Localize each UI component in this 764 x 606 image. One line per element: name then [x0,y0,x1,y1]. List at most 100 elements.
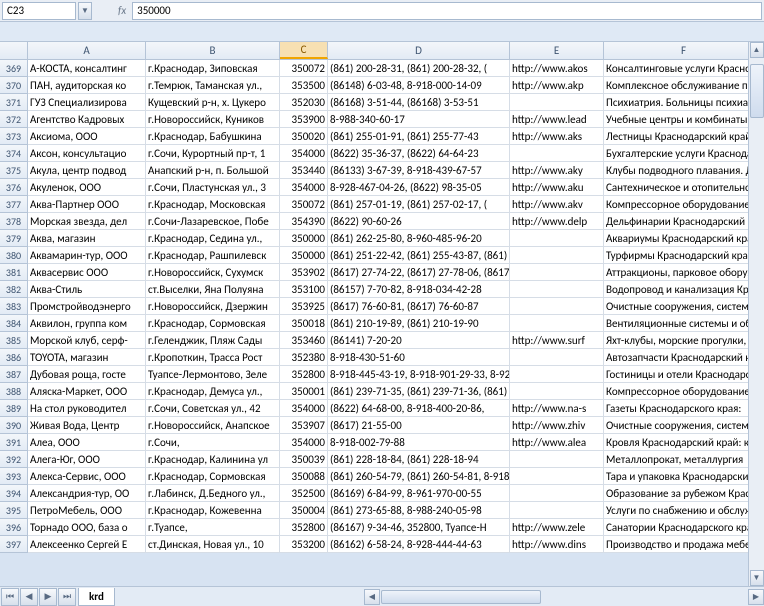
row-header[interactable]: 390 [0,417,28,434]
cell-E[interactable]: http://www.lead [510,111,604,128]
cell-C[interactable]: 353902 [280,264,328,281]
row-header[interactable]: 379 [0,230,28,247]
cell-A[interactable]: Морская звезда, дел [28,213,146,230]
cell-B[interactable]: г.Новороссийск, Куников [146,111,280,128]
col-head-B[interactable]: B [146,42,280,59]
cell-B[interactable]: г.Кропоткин, Трасса Рост [146,349,280,366]
cell-C[interactable]: 354000 [280,434,328,451]
cell-E[interactable]: http://www.aks [510,128,604,145]
tab-nav-next[interactable]: ▶ [39,588,57,606]
row-header[interactable]: 373 [0,128,28,145]
cell-D[interactable]: (861) 262-25-80, 8-960-485-96-20 [328,230,510,247]
cell-D[interactable]: 8-918-430-51-60 [328,349,510,366]
cell-F[interactable]: Очистные сооружения, системы [604,298,764,315]
cell-B[interactable]: г.Краснодар, Кожевенна [146,502,280,519]
cell-C[interactable]: 354000 [280,400,328,417]
cell-D[interactable]: 8-988-340-60-17 [328,111,510,128]
cell-F[interactable]: Очистные сооружения, системы [604,417,764,434]
row-header[interactable]: 389 [0,400,28,417]
cell-F[interactable]: Дельфинарии Краснодарский к [604,213,764,230]
cell-F[interactable]: Турфирмы Краснодарский край [604,247,764,264]
cell-C[interactable]: 350000 [280,247,328,264]
cell-A[interactable]: Аква, магазин [28,230,146,247]
cell-D[interactable]: (86167) 9-34-46, 352800, Туапсе-Н [328,519,510,536]
cell-C[interactable]: 354000 [280,179,328,196]
cell-F[interactable]: Автозапчасти Краснодарский к [604,349,764,366]
cell-A[interactable]: На стол руководител [28,400,146,417]
row-header[interactable]: 391 [0,434,28,451]
cell-E[interactable]: http://www.akv [510,196,604,213]
cell-B[interactable]: ст.Динская, Новая ул., 10 [146,536,280,553]
scroll-down-button[interactable]: ▼ [750,570,764,586]
cell-A[interactable]: Торнадо ООО, база о [28,519,146,536]
cell-A[interactable]: Акула, центр подвод [28,162,146,179]
cell-D[interactable]: 8-918-002-79-88 [328,434,510,451]
cell-B[interactable]: г.Темрюк, Таманская ул., [146,77,280,94]
cell-E[interactable]: http://www.aky [510,162,604,179]
cell-D[interactable]: (86169) 6-84-99, 8-961-970-00-55 [328,485,510,502]
cell-B[interactable]: г.Туапсе, [146,519,280,536]
cell-C[interactable]: 354390 [280,213,328,230]
col-head-F[interactable]: F [604,42,764,59]
cell-B[interactable]: г.Геленджик, Пляж Сады [146,332,280,349]
row-header[interactable]: 394 [0,485,28,502]
cell-F[interactable]: Бухгалтерские услуги Краснода [604,145,764,162]
cell-A[interactable]: Аква-Стиль [28,281,146,298]
cell-F[interactable]: Сантехническое и отопительно [604,179,764,196]
hscroll-track[interactable] [381,590,747,604]
row-header[interactable]: 375 [0,162,28,179]
cell-C[interactable]: 350039 [280,451,328,468]
cell-D[interactable]: (861) 210-19-89, (861) 210-19-90 [328,315,510,332]
cell-F[interactable]: Лестницы Краснодарский край [604,128,764,145]
cell-D[interactable]: (86168) 3-51-44, (86168) 3-53-51 [328,94,510,111]
row-header[interactable]: 397 [0,536,28,553]
cell-C[interactable]: 350072 [280,196,328,213]
cell-F[interactable]: Консалтинговые услуги Красно [604,60,764,77]
cell-A[interactable]: Аквамарин-тур, ООО [28,247,146,264]
cell-B[interactable]: г.Сочи, Курортный пр-т, 1 [146,145,280,162]
cell-D[interactable]: (861) 251-22-42, (861) 255-43-87, (861) … [328,247,510,264]
cell-C[interactable]: 352800 [280,366,328,383]
cell-B[interactable]: г.Сочи-Лазаревское, Побе [146,213,280,230]
col-head-E[interactable]: E [510,42,604,59]
row-header[interactable]: 376 [0,179,28,196]
cell-F[interactable]: Комплексное обслуживание пр [604,77,764,94]
cell-F[interactable]: Компрессорное оборудование [604,383,764,400]
cell-E[interactable]: http://www.zhiv [510,417,604,434]
row-header[interactable]: 372 [0,111,28,128]
cell-D[interactable]: (8617) 21-55-00 [328,417,510,434]
row-header[interactable]: 381 [0,264,28,281]
row-header[interactable]: 374 [0,145,28,162]
row-header[interactable]: 395 [0,502,28,519]
cell-F[interactable]: Аквариумы Краснодарский кра [604,230,764,247]
cell-C[interactable]: 350072 [280,60,328,77]
cell-B[interactable]: г.Новороссийск, Сухумск [146,264,280,281]
cell-D[interactable]: (86162) 6-58-24, 8-928-444-44-63 [328,536,510,553]
cell-E[interactable] [510,383,604,400]
cell-D[interactable]: 8-928-467-04-26, (8622) 98-35-05 [328,179,510,196]
cell-B[interactable]: г.Краснодар, Сормовская [146,468,280,485]
tab-nav-last[interactable]: ⏭ [58,588,76,606]
cell-A[interactable]: Аляска-Маркет, ООО [28,383,146,400]
cell-C[interactable]: 350018 [280,315,328,332]
cell-C[interactable]: 353925 [280,298,328,315]
cell-A[interactable]: А-КОСТА, консалтинг [28,60,146,77]
cell-A[interactable]: Промстройводэнерго [28,298,146,315]
cell-E[interactable]: http://www.zele [510,519,604,536]
cell-C[interactable]: 350001 [280,383,328,400]
cell-D[interactable]: (86141) 7-20-20 [328,332,510,349]
cell-A[interactable]: Аква-Партнер ООО [28,196,146,213]
cell-F[interactable]: Вентиляционные системы и об [604,315,764,332]
cell-C[interactable]: 352380 [280,349,328,366]
cell-C[interactable]: 350020 [280,128,328,145]
cell-A[interactable]: Александрия-тур, ОО [28,485,146,502]
cell-E[interactable]: http://www.surf [510,332,604,349]
select-all-corner[interactable] [0,42,28,59]
cell-E[interactable] [510,247,604,264]
row-header[interactable]: 396 [0,519,28,536]
sheet-tab-active[interactable]: krd [78,588,115,606]
cell-A[interactable]: Живая Вода, Центр [28,417,146,434]
row-header[interactable]: 371 [0,94,28,111]
cell-A[interactable]: Аквасервис ООО [28,264,146,281]
cell-D[interactable]: (86133) 3-67-39, 8-918-439-67-57 [328,162,510,179]
